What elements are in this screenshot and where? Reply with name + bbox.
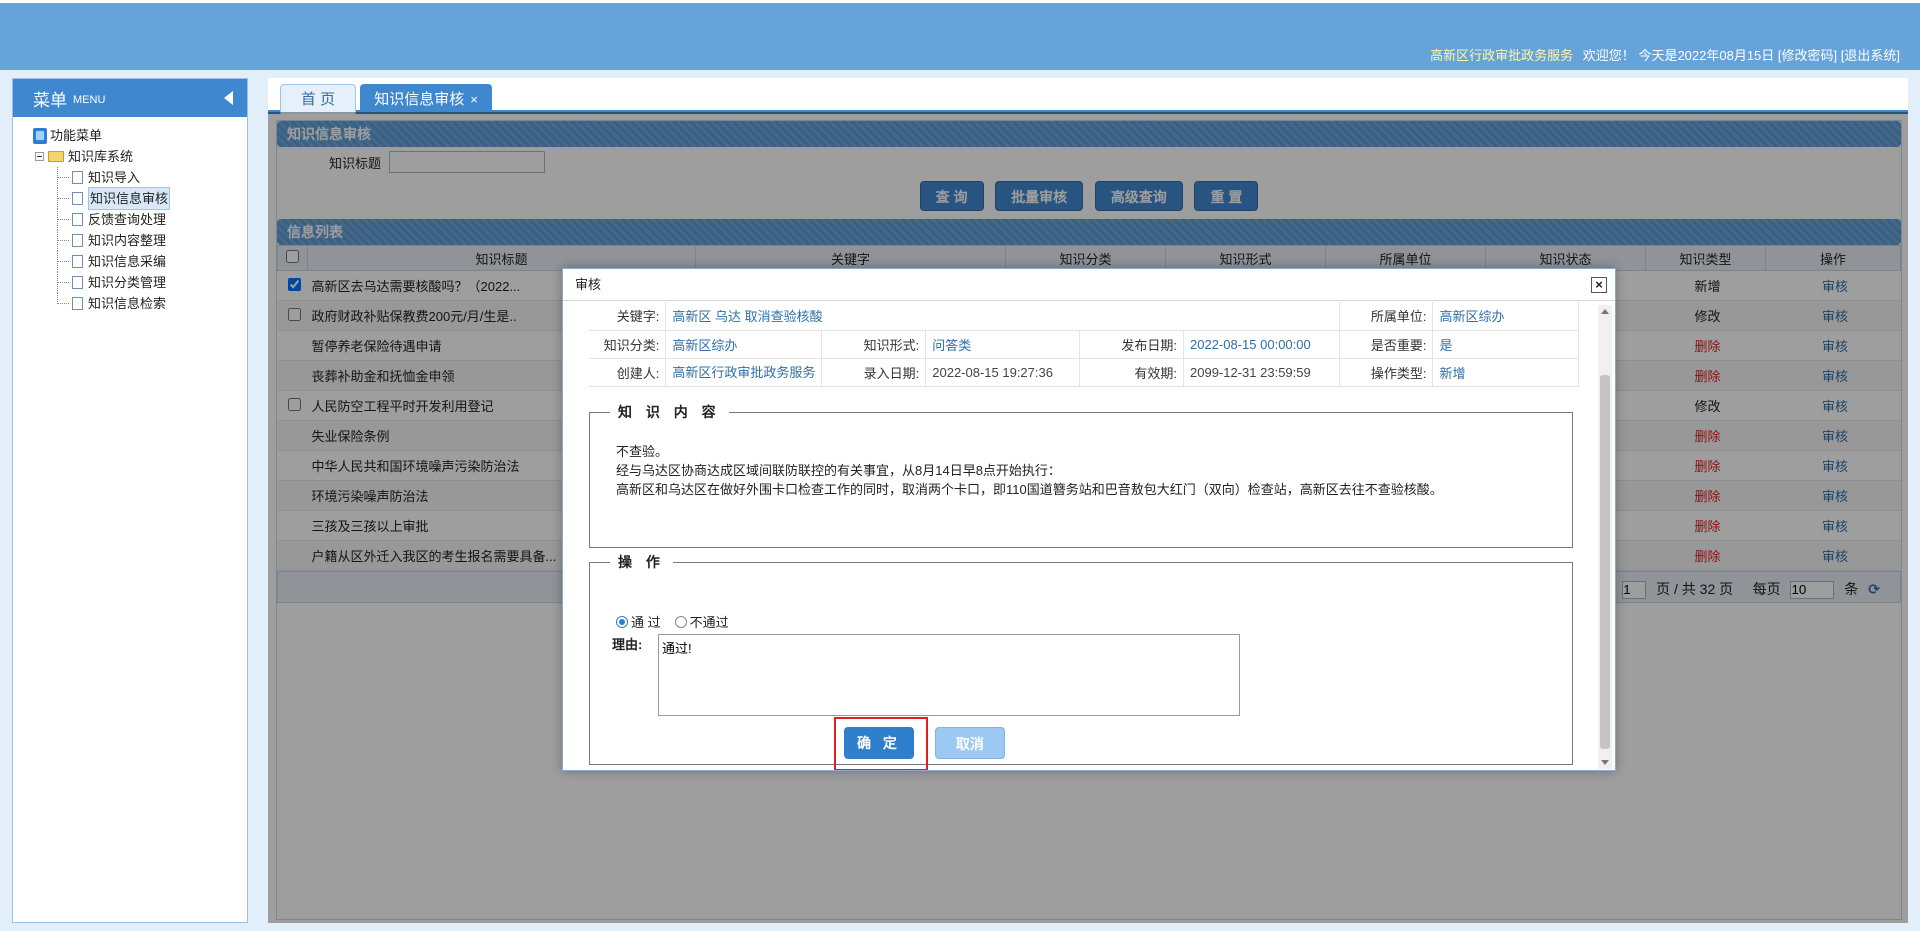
tab-bar: 首 页 知识信息审核 × [268,78,1908,114]
document-icon [72,234,83,247]
publish-value: 2022-08-15 00:00:00 [1183,330,1340,359]
unit-value: 高新区综办 [1432,302,1579,331]
tree-root[interactable]: 功能菜单 [21,125,247,146]
sidebar-item-edit[interactable]: 知识信息采编 [21,251,247,272]
confirm-button[interactable]: 确 定 [844,727,914,759]
collapse-arrow-icon[interactable] [224,91,233,105]
decision-radios: 通 过 不通过 [616,612,729,631]
dialog-body: 关键字: 高新区 乌达 取消查验核酸 所属单位: 高新区综办 知识分类: 高新区… [563,302,1593,770]
sidebar-item-category[interactable]: 知识分类管理 [21,272,247,293]
content-legend: 知 识 内 容 [618,404,721,420]
sidebar-item-label: 知识导入 [88,170,141,185]
creator-value: 高新区行政审批政务服务 [665,358,823,387]
sidebar-item-import[interactable]: 知识导入 [21,167,247,188]
tab-review-label: 知识信息审核 [374,91,465,108]
publish-label: 发布日期: [1079,330,1185,359]
reason-textarea[interactable]: 通过! [658,634,1240,716]
scroll-thumb[interactable] [1600,375,1610,749]
sidebar-item-review[interactable]: 知识信息审核 [21,187,247,210]
menu-title-en: MENU [73,93,106,106]
unit-label: 所属单位: [1339,302,1434,331]
tree-group-label: 知识库系统 [68,149,134,164]
creator-label: 创建人: [589,358,667,387]
sidebar-item-label: 知识分类管理 [88,275,167,290]
category-value: 高新区综办 [665,330,823,359]
top-header: 高新区行政审批政务服务 欢迎您！ 今天是2022年08月15日 [修改密码] [… [0,0,1920,70]
operation-box: 操 作 通 过 不通过 理由: 通过! 确 定 取消 [589,552,1573,770]
content-line: 经与乌达区协商达成区域间联防联控的有关事宜，从8月14日早8点开始执行： [616,463,1061,478]
pass-radio[interactable] [616,615,628,628]
reason-label: 理由: [612,637,643,652]
keyword-label: 关键字: [589,302,667,331]
keyword-value: 高新区 乌达 取消查验核酸 [665,302,1340,331]
document-icon [72,276,83,289]
document-icon [72,255,83,268]
content-line: 不查验。 [616,444,669,459]
header-info: 高新区行政审批政务服务 欢迎您！ 今天是2022年08月15日 [修改密码] [… [1430,45,1900,64]
close-icon[interactable]: × [470,92,478,107]
form-value: 问答类 [925,330,1081,359]
menu-tree: 功能菜单 知识库系统 知识导入 知识信息审核 反馈查询处理 知识内容整理 知识信… [13,117,247,314]
sidebar-item-label: 知识信息检索 [88,296,167,311]
tree-group[interactable]: 知识库系统 [21,146,247,167]
change-password-link[interactable]: [修改密码] [1778,48,1837,63]
tab-review[interactable]: 知识信息审核 × [360,84,492,114]
important-value: 是 [1432,330,1579,359]
org-name: 高新区行政审批政务服务 [1430,48,1574,63]
dialog-scrollbar[interactable] [1598,305,1612,769]
review-dialog: 审核 × 关键字: 高新区 乌达 取消查验核酸 所属单位: 高新区综办 知识分类… [562,268,1616,771]
content-text: 不查验。 经与乌达区协商达成区域间联防联控的有关事宜，从8月14日早8点开始执行… [590,422,1572,499]
important-label: 是否重要: [1339,330,1434,359]
sidebar-item-search[interactable]: 知识信息检索 [21,293,247,314]
date-text: 今天是2022年08月15日 [1638,48,1775,63]
sidebar-item-label: 反馈查询处理 [88,212,167,227]
category-label: 知识分类: [589,330,667,359]
content-line: 高新区和乌达区在做好外围卡口检查工作的同时，取消两个卡口，即110国道簪务站和巴… [616,482,1443,497]
welcome-text: 欢迎您！ [1582,48,1635,63]
sidebar: 菜单 MENU 功能菜单 知识库系统 知识导入 知识信息审核 反馈查询处理 知识… [12,78,248,923]
sidebar-item-organize[interactable]: 知识内容整理 [21,230,247,251]
scroll-down-icon[interactable] [1601,760,1609,765]
menu-header: 菜单 MENU [13,79,247,117]
sidebar-item-label: 知识信息采编 [88,254,167,269]
document-icon [72,297,83,310]
close-icon[interactable]: × [1591,277,1607,293]
folder-icon [48,151,64,162]
book-icon [33,127,47,144]
document-icon [72,213,83,226]
menu-title: 菜单 [33,90,67,110]
logout-link[interactable]: [退出系统] [1841,48,1900,63]
optype-value: 新增 [1432,358,1579,387]
entry-label: 录入日期: [821,358,927,387]
sidebar-item-feedback[interactable]: 反馈查询处理 [21,209,247,230]
tree-root-label: 功能菜单 [50,128,103,143]
optype-label: 操作类型: [1339,358,1434,387]
fail-radio[interactable] [674,615,687,628]
knowledge-content-box: 知 识 内 容 不查验。 经与乌达区协商达成区域间联防联控的有关事宜，从8月14… [589,402,1573,548]
document-icon [72,192,83,205]
valid-value: 2099-12-31 23:59:59 [1183,358,1340,387]
cancel-button[interactable]: 取消 [935,727,1005,759]
pass-label[interactable]: 通 过 [631,612,661,631]
meta-table: 关键字: 高新区 乌达 取消查验核酸 所属单位: 高新区综办 知识分类: 高新区… [589,302,1579,387]
sidebar-item-label: 知识信息审核 [88,187,171,210]
valid-label: 有效期: [1079,358,1185,387]
scroll-up-icon[interactable] [1601,309,1609,314]
tab-home[interactable]: 首 页 [280,84,356,114]
entry-value: 2022-08-15 19:27:36 [925,358,1081,387]
dialog-title: 审核 [575,277,602,292]
sidebar-item-label: 知识内容整理 [88,233,167,248]
fail-label[interactable]: 不通过 [690,612,729,631]
form-label: 知识形式: [821,330,927,359]
collapse-minus-icon[interactable] [35,152,44,161]
dialog-header: 审核 × [563,269,1615,301]
document-icon [72,171,83,184]
op-legend: 操 作 [618,554,665,570]
